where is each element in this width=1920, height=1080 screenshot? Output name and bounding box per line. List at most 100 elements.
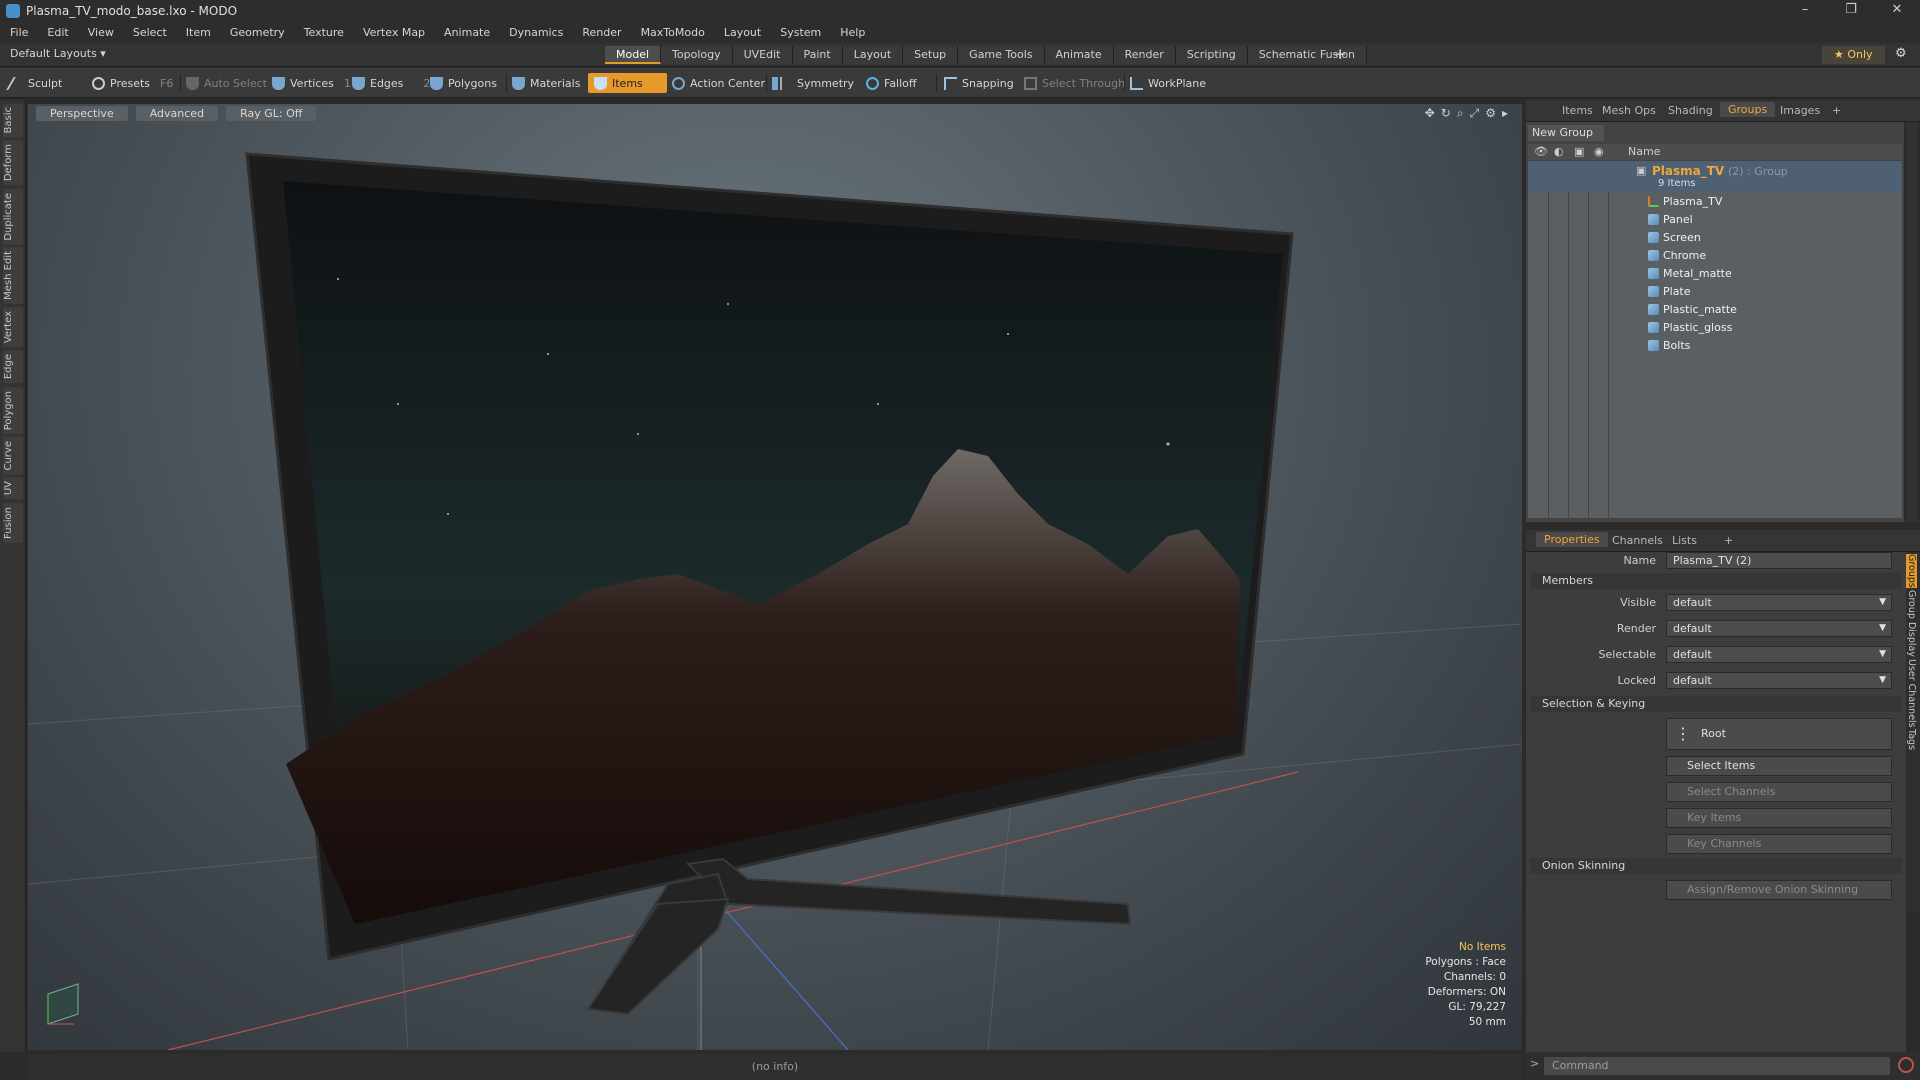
symmetry-button[interactable]: Symmetry [772,73,854,93]
auto-select-button[interactable]: Auto Select [186,73,267,93]
tab-deform[interactable]: Deform [3,140,23,186]
onion-skinning-section[interactable]: Onion Skinning [1530,858,1902,874]
record-macro-icon[interactable] [1898,1057,1914,1073]
tab-channels[interactable]: Channels [1612,534,1663,547]
tab-animate[interactable]: Animate [1044,46,1114,64]
polygons-button[interactable]: Polygons [430,73,497,93]
workplane-button[interactable]: WorkPlane [1130,73,1206,93]
3d-viewport[interactable]: Perspective Advanced Ray GL: Off ✥ ↻ ⌕ ⤢… [28,104,1522,1050]
select-through-button[interactable]: Select Through [1024,73,1125,93]
tab-duplicate[interactable]: Duplicate [3,188,23,245]
action-center-button[interactable]: Action Center [672,73,765,93]
tab-schematic-fusion[interactable]: Schematic Fusion [1247,46,1368,64]
maximize-button[interactable]: ❐ [1828,0,1874,22]
tab-uvedit[interactable]: UVEdit [732,46,793,64]
list-item[interactable]: Panel [1648,213,1693,226]
menu-system[interactable]: System [780,26,821,39]
members-section[interactable]: Members [1530,573,1902,589]
materials-button[interactable]: Materials [512,73,580,93]
gear-icon[interactable]: ⚙ [1895,46,1907,61]
zoom-icon[interactable]: ⌕ [1457,106,1464,121]
vertices-button[interactable]: Vertices 1 [272,73,351,93]
menu-vertex-map[interactable]: Vertex Map [363,26,425,39]
tab-setup[interactable]: Setup [903,46,959,64]
selectable-dropdown[interactable]: default ▼ [1666,646,1892,663]
menu-item[interactable]: Item [186,26,211,39]
pan-icon[interactable]: ✥ [1425,106,1435,121]
tab-shading[interactable]: Shading [1668,104,1713,117]
key-channels-button[interactable]: Key Channels [1666,834,1892,854]
list-item[interactable]: Plastic_matte [1648,303,1737,316]
add-layout-tab-button[interactable]: + [1334,45,1347,63]
menu-select[interactable]: Select [133,26,167,39]
tab-properties[interactable]: Properties [1536,532,1608,547]
fit-icon[interactable]: ⤢ [1470,106,1480,121]
key-items-button[interactable]: Key Items [1666,808,1892,828]
tab-paint[interactable]: Paint [792,46,843,64]
tab-topology[interactable]: Topology [661,46,733,64]
add-properties-tab-button[interactable]: + [1724,534,1733,547]
close-button[interactable]: ✕ [1874,0,1920,22]
list-item[interactable]: Plastic_gloss [1648,321,1732,334]
falloff-button[interactable]: Falloff [866,73,916,93]
view-mode-button[interactable]: Perspective [36,106,128,121]
group-row-plasma-tv[interactable]: ▣ Plasma_TV (2) : Group 9 Items [1528,161,1902,191]
viewport-gear-icon[interactable]: ⚙ [1485,106,1496,121]
list-item[interactable]: Chrome [1648,249,1706,262]
tab-model[interactable]: Model [605,46,662,64]
name-column-header[interactable]: Name [1628,145,1660,158]
select-channels-button[interactable]: Select Channels [1666,782,1892,802]
group-name-field[interactable]: Plasma_TV (2) [1666,552,1892,569]
items-button[interactable]: Items [588,73,667,93]
tab-fusion[interactable]: Fusion [3,502,23,543]
tab-images[interactable]: Images [1780,104,1820,117]
menu-layout[interactable]: Layout [724,26,761,39]
command-input[interactable]: Command [1544,1057,1890,1075]
tab-items[interactable]: Items [1562,104,1593,117]
tab-layout[interactable]: Layout [842,46,904,64]
tab-game-tools[interactable]: Game Tools [958,46,1045,64]
menu-maxtomodo[interactable]: MaxToModo [641,26,705,39]
root-button[interactable]: ⋮ Root [1666,718,1892,750]
list-item[interactable]: Plate [1648,285,1691,298]
menu-file[interactable]: File [10,26,28,39]
list-item[interactable]: Screen [1648,231,1701,244]
tab-vertex[interactable]: Vertex [3,307,23,348]
side-tab-tags[interactable]: Tags [1906,729,1917,750]
side-tab-user-channels[interactable]: User Channels [1906,659,1917,728]
menu-animate[interactable]: Animate [444,26,490,39]
rotate-icon[interactable]: ↻ [1441,106,1451,121]
viewport-menu-arrow-icon[interactable]: ▸ [1502,106,1508,121]
list-item[interactable]: Metal_matte [1648,267,1732,280]
side-tab-groups[interactable]: Groups [1906,554,1917,588]
presets-button[interactable]: Presets F6 [92,73,173,93]
tab-basic[interactable]: Basic [3,103,23,138]
visible-dropdown[interactable]: default ▼ [1666,594,1892,611]
tab-curve[interactable]: Curve [3,436,23,475]
tab-mesh-ops[interactable]: Mesh Ops [1602,104,1656,117]
menu-edit[interactable]: Edit [47,26,68,39]
select-items-button[interactable]: Select Items [1666,756,1892,776]
edges-button[interactable]: Edges 2 [352,73,430,93]
menu-dynamics[interactable]: Dynamics [509,26,563,39]
menu-help[interactable]: Help [840,26,865,39]
tab-polygon[interactable]: Polygon [3,386,23,434]
tab-mesh-edit[interactable]: Mesh Edit [3,247,23,305]
tab-groups[interactable]: Groups [1720,102,1776,117]
sculpt-button[interactable]: Sculpt [6,73,62,93]
add-panel-tab-button[interactable]: + [1832,104,1841,117]
default-layouts-dropdown[interactable]: Default Layouts ▾ [10,47,106,60]
new-group-button[interactable]: New Group [1528,125,1604,141]
menu-render[interactable]: Render [582,26,621,39]
shading-mode-button[interactable]: Advanced [135,106,219,121]
minimize-button[interactable]: – [1782,0,1828,22]
tab-uv[interactable]: UV [3,477,23,500]
menu-texture[interactable]: Texture [304,26,344,39]
locked-dropdown[interactable]: default ▼ [1666,672,1892,689]
tab-lists[interactable]: Lists [1672,534,1697,547]
groups-scrollbar[interactable] [1906,122,1918,522]
onion-skinning-button[interactable]: Assign/Remove Onion Skinning [1666,880,1892,900]
only-toggle[interactable]: ★ Only [1822,46,1885,64]
tab-scripting[interactable]: Scripting [1175,46,1248,64]
list-item[interactable]: Plasma_TV [1648,195,1722,208]
